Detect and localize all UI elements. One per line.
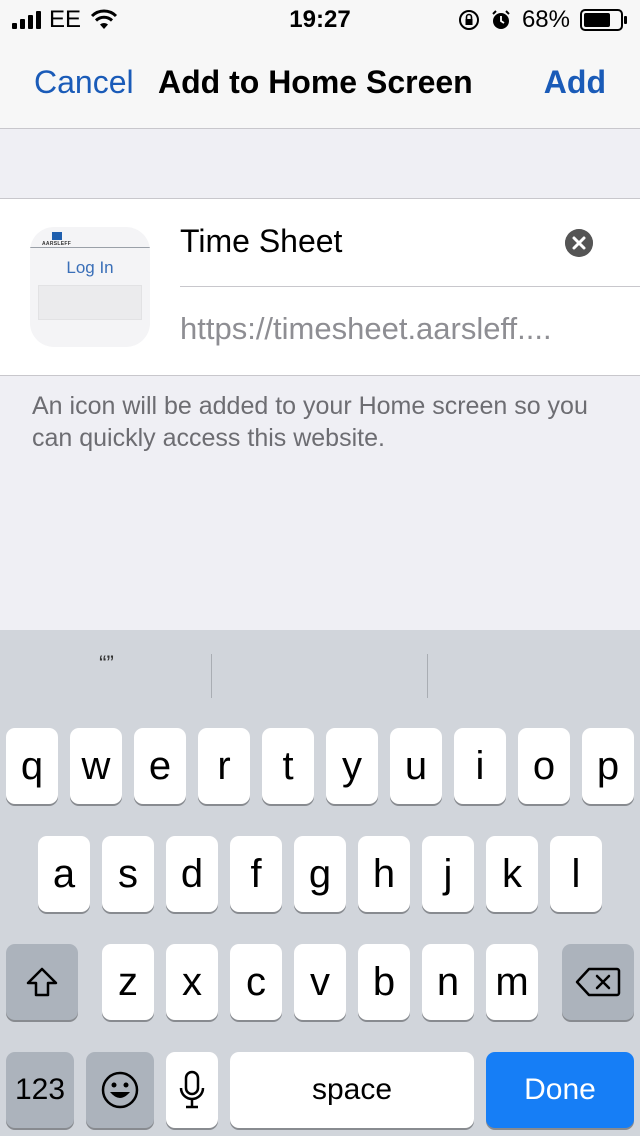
key-j[interactable]: j <box>422 836 474 912</box>
suggestion-3[interactable] <box>427 630 640 722</box>
key-c[interactable]: c <box>230 944 282 1020</box>
thumbnail-divider <box>30 247 150 248</box>
dictation-key[interactable] <box>166 1052 218 1128</box>
key-g[interactable]: g <box>294 836 346 912</box>
key-q[interactable]: q <box>6 728 58 804</box>
key-l[interactable]: l <box>550 836 602 912</box>
numbers-key[interactable]: 123 <box>6 1052 74 1128</box>
key-a[interactable]: a <box>38 836 90 912</box>
suggestion-divider <box>211 654 212 698</box>
shift-key[interactable] <box>6 944 78 1020</box>
emoji-icon <box>101 1071 139 1109</box>
shift-icon <box>26 967 58 997</box>
key-p[interactable]: p <box>582 728 634 804</box>
key-y[interactable]: y <box>326 728 378 804</box>
key-v[interactable]: v <box>294 944 346 1020</box>
suggestion-bar: “” <box>0 630 640 722</box>
key-r[interactable]: r <box>198 728 250 804</box>
backspace-icon <box>575 967 621 997</box>
key-h[interactable]: h <box>358 836 410 912</box>
keyboard: “” q w e r t y u i o p a s d f g h j k l… <box>0 630 640 1136</box>
key-e[interactable]: e <box>134 728 186 804</box>
thumbnail-login-text: Log In <box>66 258 114 277</box>
key-u[interactable]: u <box>390 728 442 804</box>
space-key[interactable]: space <box>230 1052 474 1128</box>
microphone-icon <box>179 1070 205 1109</box>
page-title: Add to Home Screen <box>158 64 473 100</box>
emoji-key[interactable] <box>86 1052 154 1128</box>
help-text: An icon will be added to your Home scree… <box>32 392 588 452</box>
aarsleff-logo-icon <box>52 232 62 240</box>
navigation-bar: Cancel Add to Home Screen Add <box>0 40 640 129</box>
key-z[interactable]: z <box>102 944 154 1020</box>
key-k[interactable]: k <box>486 836 538 912</box>
suggestion-2[interactable] <box>213 630 426 722</box>
bookmark-card: AARSLEFF Log In https://timesheet.aarsle… <box>0 198 640 376</box>
thumbnail-input-box <box>38 285 142 320</box>
key-t[interactable]: t <box>262 728 314 804</box>
backspace-key[interactable] <box>562 944 634 1020</box>
key-n[interactable]: n <box>422 944 474 1020</box>
key-o[interactable]: o <box>518 728 570 804</box>
alarm-icon <box>492 10 510 29</box>
key-w[interactable]: w <box>70 728 122 804</box>
card-separator <box>180 286 640 287</box>
bookmark-name-input[interactable] <box>180 217 550 265</box>
done-key[interactable]: Done <box>486 1052 634 1128</box>
key-d[interactable]: d <box>166 836 218 912</box>
website-icon-preview: AARSLEFF Log In <box>30 227 150 347</box>
status-right: 68% <box>458 6 628 34</box>
add-button[interactable]: Add <box>544 64 606 101</box>
suggestion-1[interactable]: “” <box>0 630 213 722</box>
key-i[interactable]: i <box>454 728 506 804</box>
key-s[interactable]: s <box>102 836 154 912</box>
key-m[interactable]: m <box>486 944 538 1020</box>
key-b[interactable]: b <box>358 944 410 1020</box>
cancel-button[interactable]: Cancel <box>34 64 134 101</box>
battery-icon <box>580 9 627 31</box>
battery-percent: 68% <box>521 6 570 33</box>
key-f[interactable]: f <box>230 836 282 912</box>
key-x[interactable]: x <box>166 944 218 1020</box>
clear-text-icon[interactable] <box>565 229 593 257</box>
bookmark-url: https://timesheet.aarsleff.... <box>180 311 552 346</box>
orientation-lock-icon <box>458 10 479 30</box>
status-bar: EE 19:27 68% <box>0 0 640 40</box>
